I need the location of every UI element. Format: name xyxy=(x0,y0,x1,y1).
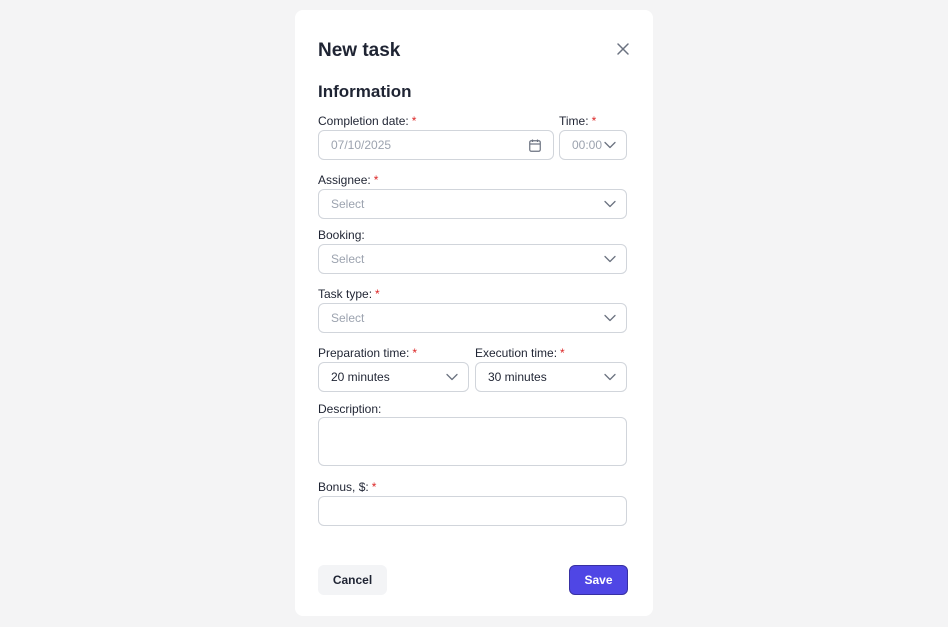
close-icon[interactable] xyxy=(615,41,631,57)
preparation-time-label-text: Preparation time: xyxy=(318,346,410,360)
task-type-placeholder: Select xyxy=(331,311,365,325)
execution-time-value: 30 minutes xyxy=(488,370,547,384)
task-type-label-text: Task type: xyxy=(318,287,373,301)
preparation-time-select[interactable]: 20 minutes xyxy=(318,362,469,392)
time-label: Time: * xyxy=(559,114,596,128)
completion-date-value: 07/10/2025 xyxy=(331,138,392,152)
booking-placeholder: Select xyxy=(331,252,365,266)
required-marker: * xyxy=(591,114,597,128)
bonus-label-text: Bonus, $: xyxy=(318,480,369,494)
required-marker: * xyxy=(411,114,417,128)
completion-date-input[interactable]: 07/10/2025 xyxy=(318,130,554,160)
chevron-down-icon xyxy=(604,141,616,149)
cancel-button[interactable]: Cancel xyxy=(318,565,387,595)
task-type-select[interactable]: Select xyxy=(318,303,627,333)
completion-date-label-text: Completion date: xyxy=(318,114,409,128)
assignee-select[interactable]: Select xyxy=(318,189,627,219)
bonus-label: Bonus, $: * xyxy=(318,480,376,494)
chevron-down-icon xyxy=(446,373,458,381)
calendar-icon[interactable] xyxy=(529,139,541,152)
chevron-down-icon xyxy=(604,255,616,263)
chevron-down-icon xyxy=(604,314,616,322)
required-marker: * xyxy=(560,346,565,360)
preparation-time-value: 20 minutes xyxy=(331,370,390,384)
new-task-modal: New task Information Completion date: * 0… xyxy=(295,10,653,616)
assignee-placeholder: Select xyxy=(331,197,365,211)
preparation-time-label: Preparation time: * xyxy=(318,346,417,360)
execution-time-label: Execution time: * xyxy=(475,346,565,360)
execution-time-select[interactable]: 30 minutes xyxy=(475,362,627,392)
description-label: Description: xyxy=(318,402,381,416)
assignee-label: Assignee: * xyxy=(318,173,378,187)
booking-label-text: Booking: xyxy=(318,228,365,242)
chevron-down-icon xyxy=(604,373,616,381)
time-select[interactable]: 00:00 xyxy=(559,130,627,160)
assignee-label-text: Assignee: xyxy=(318,173,371,187)
execution-time-label-text: Execution time: xyxy=(475,346,558,360)
save-button[interactable]: Save xyxy=(569,565,628,595)
description-label-text: Description: xyxy=(318,402,382,416)
required-marker: * xyxy=(371,480,377,494)
required-marker: * xyxy=(412,346,418,360)
bonus-input[interactable] xyxy=(318,496,627,526)
completion-date-label: Completion date: * xyxy=(318,114,416,128)
modal-title: New task xyxy=(318,40,401,61)
description-textarea[interactable] xyxy=(318,417,627,466)
task-type-label: Task type: * xyxy=(318,287,380,301)
section-title: Information xyxy=(318,82,412,101)
chevron-down-icon xyxy=(604,200,616,208)
booking-select[interactable]: Select xyxy=(318,244,627,274)
required-marker: * xyxy=(373,173,379,187)
time-value: 00:00 xyxy=(572,138,603,152)
booking-label: Booking: xyxy=(318,228,365,242)
time-label-text: Time: xyxy=(559,114,589,128)
required-marker: * xyxy=(375,287,380,301)
